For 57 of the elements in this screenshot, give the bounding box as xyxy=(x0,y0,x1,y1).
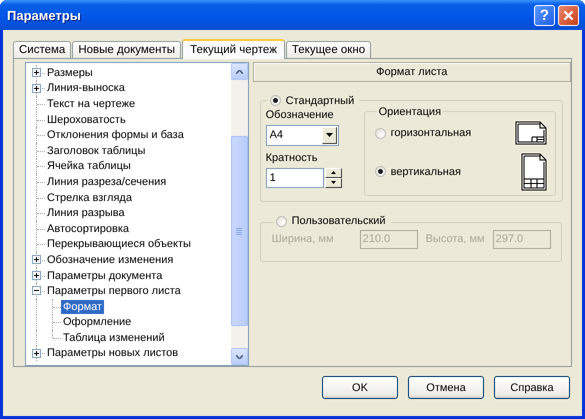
window-title: Параметры xyxy=(7,8,82,22)
help-button[interactable]: ? xyxy=(534,4,555,26)
tree-item[interactable]: Перекрывающиеся объекты xyxy=(45,237,193,252)
tree-item[interactable]: Ячейка таблицы xyxy=(45,159,133,174)
tree-item[interactable]: Стрелка взгляда xyxy=(45,190,134,205)
tab[interactable]: Текущее окно xyxy=(286,41,372,58)
tree-item[interactable]: Обозначение изменения xyxy=(45,252,176,267)
field-label: Ширина, мм xyxy=(272,233,335,245)
field-label: Высота, мм xyxy=(426,233,486,245)
tree-item[interactable]: Текст на чертеже xyxy=(45,96,138,111)
section-header: Формат листа xyxy=(252,62,571,82)
scroll-up-button[interactable] xyxy=(230,63,248,80)
tree-item[interactable]: Отклонения формы и база xyxy=(45,128,186,142)
caret-down-icon xyxy=(330,181,336,184)
spin-up-button[interactable] xyxy=(324,168,342,178)
close-icon xyxy=(563,10,574,20)
portrait-page-icon xyxy=(520,152,547,191)
tree-item[interactable]: Оформление xyxy=(61,315,134,330)
tree-item[interactable]: Параметры первого листа xyxy=(45,284,183,298)
chevron-down-icon xyxy=(236,354,243,358)
chevron-up-icon xyxy=(236,70,243,74)
scrollbar-thumb[interactable] xyxy=(230,136,248,326)
tree-item[interactable]: Размеры xyxy=(45,66,95,80)
expand-icon[interactable] xyxy=(32,68,41,77)
tree-item[interactable]: Линия разрыва xyxy=(45,206,127,220)
tree-item[interactable]: Линия разреза/сечения xyxy=(45,174,168,189)
landscape-page-icon xyxy=(514,121,547,146)
spin-down-button[interactable] xyxy=(324,178,342,188)
tree-item[interactable]: Формат xyxy=(61,300,104,314)
close-button[interactable] xyxy=(558,4,579,26)
expand-icon[interactable] xyxy=(32,348,41,358)
caret-up-icon xyxy=(330,171,336,174)
tree-item[interactable]: Шероховатость xyxy=(45,112,128,127)
field-label: Обозначение xyxy=(266,108,335,120)
tab[interactable]: Система xyxy=(13,41,72,58)
expand-icon[interactable] xyxy=(32,255,41,264)
expand-icon[interactable] xyxy=(32,84,41,93)
format-dropdown[interactable]: A4 xyxy=(266,124,339,146)
tree-item[interactable]: Заголовок таблицы xyxy=(45,144,148,158)
grip-icon xyxy=(236,228,242,234)
tab[interactable]: Новые документы xyxy=(72,41,182,58)
tree-item[interactable]: Таблица изменений xyxy=(61,330,167,345)
tree-item[interactable]: Параметры новых листов xyxy=(45,346,180,360)
caret-down-icon xyxy=(326,133,333,137)
group-title: Ориентация xyxy=(378,106,442,118)
tab[interactable]: Текущий чертеж xyxy=(182,39,285,59)
dialog-button[interactable]: Отмена xyxy=(408,376,484,399)
expand-icon[interactable] xyxy=(32,270,41,280)
input-field[interactable]: 1 xyxy=(266,168,324,188)
tree-item[interactable]: Автосортировка xyxy=(45,222,132,236)
dialog-button[interactable]: OK xyxy=(322,376,398,399)
scroll-down-button[interactable] xyxy=(230,348,248,365)
collapse-icon[interactable] xyxy=(32,286,41,296)
tree-item[interactable]: Параметры документа xyxy=(45,268,164,283)
tree-item[interactable]: Линия-выноска xyxy=(45,81,127,96)
dialog-button[interactable]: Справка xyxy=(494,376,570,399)
field-label: Кратность xyxy=(266,152,318,164)
